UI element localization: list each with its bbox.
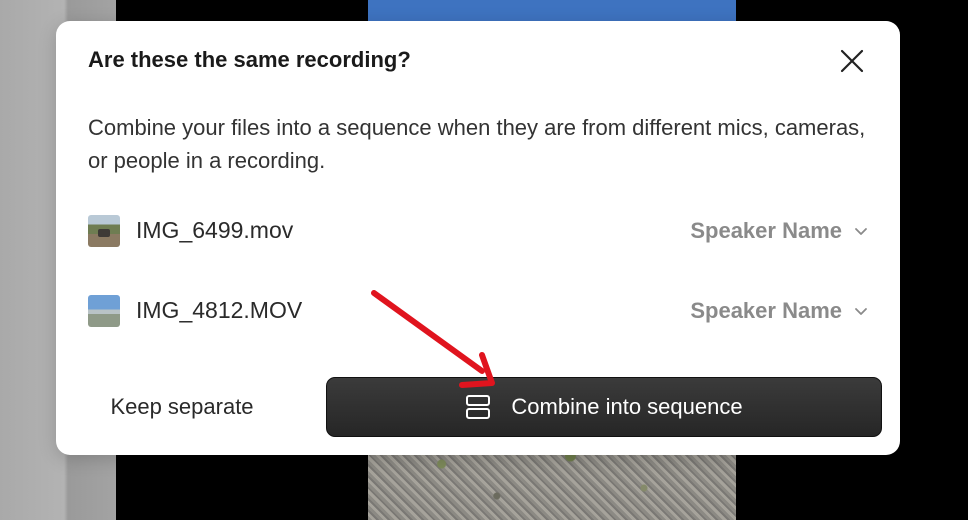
combine-button-label: Combine into sequence <box>511 394 743 419</box>
keep-separate-button[interactable]: Keep separate <box>84 377 280 437</box>
chevron-down-icon <box>855 228 867 235</box>
dialog-title: Are these the same recording? <box>88 47 411 72</box>
speaker-select[interactable]: Speaker Name <box>690 295 868 327</box>
file-row: IMG_6499.mov Speaker Name <box>88 211 868 251</box>
dialog-description: Combine your files into a sequence when … <box>88 115 866 173</box>
sequence-icon <box>466 395 491 419</box>
file-thumbnail <box>88 295 120 327</box>
speaker-select-label: Speaker Name <box>690 298 842 323</box>
combine-into-sequence-button[interactable]: Combine into sequence <box>326 377 882 437</box>
close-icon <box>840 49 864 73</box>
file-row: IMG_4812.MOV Speaker Name <box>88 291 868 331</box>
file-name: IMG_6499.mov <box>136 217 294 243</box>
chevron-down-icon <box>855 308 867 315</box>
close-button[interactable] <box>838 47 866 75</box>
file-thumbnail <box>88 215 120 247</box>
speaker-select-label: Speaker Name <box>690 218 842 243</box>
speaker-select[interactable]: Speaker Name <box>690 215 868 247</box>
combine-dialog: Are these the same recording? Combine yo… <box>56 21 900 455</box>
file-name: IMG_4812.MOV <box>136 297 303 323</box>
